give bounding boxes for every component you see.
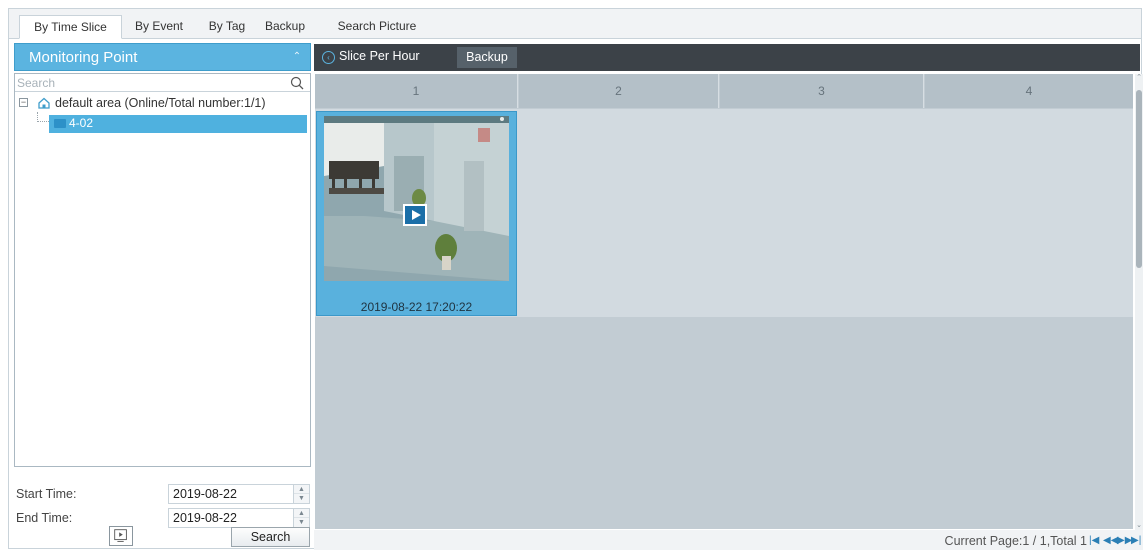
- end-time-spinner[interactable]: ▲ ▼: [293, 509, 309, 527]
- slice-per-hour-link[interactable]: Slice Per Hour: [339, 49, 420, 63]
- home-icon: [38, 97, 50, 109]
- start-time-row: Start Time: 2019-08-22 ▲ ▼: [14, 484, 311, 504]
- tree-connector: [37, 112, 49, 122]
- column-header: 2: [519, 74, 719, 108]
- scroll-down-icon[interactable]: ⌄: [1135, 522, 1143, 530]
- slice-grid: 1 2 3 4 2019-08-22 17:20:22: [315, 74, 1133, 529]
- column-header: 4: [925, 74, 1133, 108]
- spin-down-icon[interactable]: ▼: [294, 494, 309, 503]
- monitoring-point-header: Monitoring Point ⌃: [14, 43, 311, 71]
- tree-root-label: default area (Online/Total number:1/1): [55, 96, 266, 110]
- video-preview-icon: [114, 529, 127, 542]
- device-tree: − default area (Online/Total number:1/1)…: [14, 73, 311, 467]
- tab-by-event[interactable]: By Event: [127, 15, 191, 39]
- tab-by-time-slice[interactable]: By Time Slice: [19, 15, 122, 39]
- start-time-label: Start Time:: [16, 487, 77, 501]
- start-time-spinner[interactable]: ▲ ▼: [293, 485, 309, 503]
- preview-button[interactable]: [109, 526, 133, 546]
- search-icon[interactable]: [290, 76, 304, 90]
- camera-icon: [54, 119, 66, 128]
- start-time-value: 2019-08-22: [173, 487, 237, 501]
- scroll-thumb[interactable]: [1136, 90, 1142, 268]
- tab-search-picture[interactable]: Search Picture: [327, 15, 427, 39]
- column-headers: 1 2 3 4: [315, 74, 1133, 108]
- chevron-up-icon[interactable]: ⌃: [292, 52, 302, 62]
- first-page-icon[interactable]: |◀: [1089, 534, 1099, 547]
- backup-button[interactable]: Backup: [457, 47, 517, 68]
- end-time-value: 2019-08-22: [173, 511, 237, 525]
- tree-item-camera[interactable]: 4-02: [49, 115, 307, 133]
- spin-up-icon[interactable]: ▲: [294, 485, 309, 494]
- tab-by-tag[interactable]: By Tag: [199, 15, 255, 39]
- tree-root-node[interactable]: − default area (Online/Total number:1/1): [19, 96, 309, 112]
- collapse-toggle-icon[interactable]: −: [19, 98, 28, 107]
- spin-up-icon[interactable]: ▲: [294, 509, 309, 518]
- start-time-field[interactable]: 2019-08-22 ▲ ▼: [168, 484, 310, 504]
- end-time-row: End Time: 2019-08-22 ▲ ▼: [14, 508, 311, 528]
- playback-window: By Time Slice By Event By Tag Backup Sea…: [8, 8, 1143, 550]
- column-header: 1: [315, 74, 518, 108]
- thumbnail-timestamp: 2019-08-22 17:20:22: [360, 300, 473, 314]
- search-button[interactable]: Search: [231, 527, 310, 547]
- last-page-icon[interactable]: ▶|: [1131, 534, 1141, 547]
- grid-scrollbar[interactable]: ⌃ ⌄: [1135, 74, 1143, 530]
- scroll-up-icon[interactable]: ⌃: [1135, 74, 1143, 82]
- tree-search-input[interactable]: [17, 75, 277, 91]
- camera-snapshot-image: [324, 116, 509, 281]
- pagination-bar: Current Page:1 / 1,Total 1 |◀ ◀◀ ▶▶ ▶|: [314, 530, 1143, 550]
- pagination-controls: |◀ ◀◀ ▶▶ ▶|: [1089, 534, 1141, 547]
- page-info: Current Page:1 / 1,Total 1: [944, 534, 1087, 548]
- left-panel: Monitoring Point ⌃ − default area (Onlin…: [14, 43, 311, 547]
- back-arrow-icon[interactable]: ‹: [322, 51, 335, 64]
- end-time-field[interactable]: 2019-08-22 ▲ ▼: [168, 508, 310, 528]
- play-icon[interactable]: [403, 204, 427, 226]
- tree-item-label: 4-02: [69, 116, 94, 130]
- tree-search-row: [15, 74, 310, 92]
- grid-row: 2019-08-22 17:20:22: [315, 109, 1133, 317]
- spin-down-icon[interactable]: ▼: [294, 518, 309, 527]
- slice-thumbnail[interactable]: 2019-08-22 17:20:22: [316, 111, 517, 316]
- column-header: 3: [720, 74, 924, 108]
- tab-bar: By Time Slice By Event By Tag Backup Sea…: [9, 9, 1141, 39]
- monitoring-point-title: Monitoring Point: [29, 49, 138, 66]
- camera-snapshot: [324, 116, 509, 281]
- tab-backup[interactable]: Backup: [257, 15, 313, 39]
- playback-toolbar: ‹ Slice Per Hour Backup: [314, 44, 1140, 71]
- end-time-label: End Time:: [16, 511, 73, 525]
